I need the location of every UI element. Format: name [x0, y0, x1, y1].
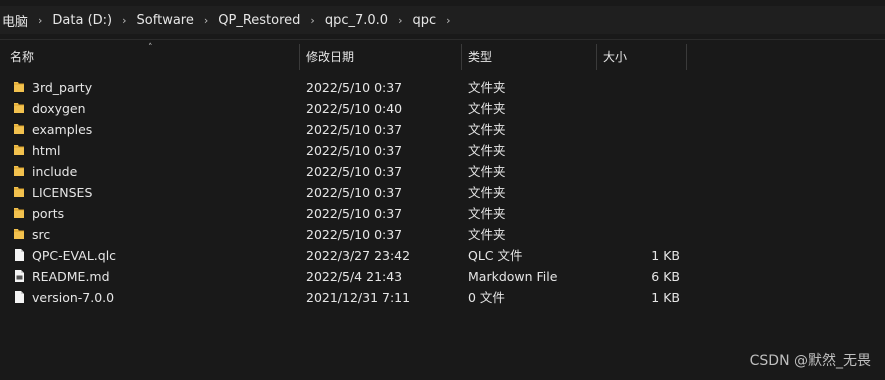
file-name: LICENSES — [32, 185, 93, 200]
folder-icon — [14, 166, 24, 176]
address-bar[interactable]: 电脑 › Data (D:) › Software › QP_Restored … — [0, 0, 885, 40]
breadcrumb[interactable]: 电脑 › Data (D:) › Software › QP_Restored … — [0, 6, 885, 34]
chevron-right-icon[interactable]: › — [306, 14, 318, 27]
file-type: 文件夹 — [468, 101, 506, 116]
file-name: ports — [32, 206, 65, 221]
column-header-type-label: 类型 — [468, 50, 493, 64]
column-header-name-label: 名称 — [10, 50, 35, 64]
file-name: html — [32, 143, 61, 158]
breadcrumb-item-qpc-7-0-0[interactable]: qpc_7.0.0 — [319, 13, 394, 28]
chevron-right-icon[interactable]: › — [394, 14, 406, 27]
breadcrumb-item-software[interactable]: Software — [131, 13, 200, 28]
file-list-item[interactable]: include 2022/5/10 0:37 文件夹 — [0, 161, 885, 182]
chevron-right-icon[interactable]: › — [200, 14, 212, 27]
file-size: 1 KB — [651, 290, 680, 305]
file-list-item[interactable]: src 2022/5/10 0:37 文件夹 — [0, 224, 885, 245]
file-size: 1 KB — [651, 248, 680, 263]
file-list-item[interactable]: doxygen 2022/5/10 0:40 文件夹 — [0, 98, 885, 119]
file-type: 文件夹 — [468, 227, 506, 242]
file-name: 3rd_party — [32, 80, 93, 95]
chevron-right-icon[interactable]: › — [442, 14, 454, 27]
file-date: 2022/3/27 23:42 — [306, 248, 411, 263]
file-date: 2022/5/10 0:37 — [306, 206, 403, 221]
file-date: 2022/5/10 0:40 — [306, 101, 403, 116]
file-date: 2022/5/10 0:37 — [306, 80, 403, 95]
column-header-date-label: 修改日期 — [306, 50, 355, 64]
file-list-item[interactable]: LICENSES 2022/5/10 0:37 文件夹 — [0, 182, 885, 203]
file-name: include — [32, 164, 78, 179]
file-size: 6 KB — [651, 269, 680, 284]
breadcrumb-item-data-drive[interactable]: Data (D:) — [46, 13, 118, 28]
column-header-size-label: 大小 — [603, 50, 628, 64]
column-header-row: ˄ 名称 修改日期 类型 大小 — [0, 42, 885, 72]
folder-icon — [14, 82, 24, 92]
file-list-item[interactable]: version-7.0.0 2021/12/31 7:11 0 文件 1 KB — [0, 287, 885, 308]
folder-icon — [14, 187, 24, 197]
file-name: src — [32, 227, 51, 242]
file-type: 文件夹 — [468, 164, 506, 179]
file-list-item[interactable]: ports 2022/5/10 0:37 文件夹 — [0, 203, 885, 224]
breadcrumb-item-qp-restored[interactable]: QP_Restored — [212, 13, 306, 28]
breadcrumb-item-qpc[interactable]: qpc — [406, 13, 442, 28]
folder-icon — [14, 229, 24, 239]
file-type: 文件夹 — [468, 80, 506, 95]
file-date: 2022/5/10 0:37 — [306, 164, 403, 179]
folder-icon — [14, 145, 24, 155]
column-header-type[interactable]: 类型 — [462, 42, 597, 72]
column-header-name[interactable]: ˄ 名称 — [0, 42, 300, 72]
folder-icon — [14, 208, 24, 218]
file-list-item[interactable]: README.md 2022/5/4 21:43 Markdown File 6… — [0, 266, 885, 287]
file-type: 文件夹 — [468, 143, 506, 158]
column-header-date[interactable]: 修改日期 — [300, 42, 462, 72]
markdown-file-icon — [15, 270, 24, 282]
file-icon — [15, 291, 24, 303]
sort-ascending-icon: ˄ — [148, 43, 153, 53]
file-list-item[interactable]: examples 2022/5/10 0:37 文件夹 — [0, 119, 885, 140]
folder-icon — [14, 103, 24, 113]
file-type: 0 文件 — [468, 290, 505, 305]
file-list-item[interactable]: QPC-EVAL.qlc 2022/3/27 23:42 QLC 文件 1 KB — [0, 245, 885, 266]
file-date: 2022/5/10 0:37 — [306, 227, 403, 242]
file-name: doxygen — [32, 101, 86, 116]
file-name: version-7.0.0 — [32, 290, 115, 305]
file-type: 文件夹 — [468, 122, 506, 137]
file-date: 2022/5/10 0:37 — [306, 122, 403, 137]
file-list-item[interactable]: html 2022/5/10 0:37 文件夹 — [0, 140, 885, 161]
file-name: QPC-EVAL.qlc — [32, 248, 117, 263]
file-type: 文件夹 — [468, 206, 506, 221]
folder-icon — [14, 124, 24, 134]
column-divider[interactable] — [686, 44, 687, 70]
file-type: Markdown File — [468, 269, 558, 284]
breadcrumb-item-this-pc[interactable]: 电脑 — [0, 11, 34, 30]
file-icon — [15, 249, 24, 261]
watermark-text: CSDN @默然_无畏 — [749, 353, 871, 369]
file-list-item[interactable]: 3rd_party 2022/5/10 0:37 文件夹 — [0, 77, 885, 98]
file-date: 2022/5/10 0:37 — [306, 143, 403, 158]
file-name: README.md — [32, 269, 110, 284]
file-date: 2022/5/10 0:37 — [306, 185, 403, 200]
chevron-right-icon[interactable]: › — [118, 14, 130, 27]
file-list: 3rd_party 2022/5/10 0:37 文件夹 doxygen 202… — [0, 77, 885, 308]
file-date: 2022/5/4 21:43 — [306, 269, 403, 284]
chevron-right-icon[interactable]: › — [34, 14, 46, 27]
file-type: QLC 文件 — [468, 248, 523, 263]
file-type: 文件夹 — [468, 185, 506, 200]
file-name: examples — [32, 122, 93, 137]
file-date: 2021/12/31 7:11 — [306, 290, 411, 305]
column-header-size[interactable]: 大小 — [597, 42, 687, 72]
